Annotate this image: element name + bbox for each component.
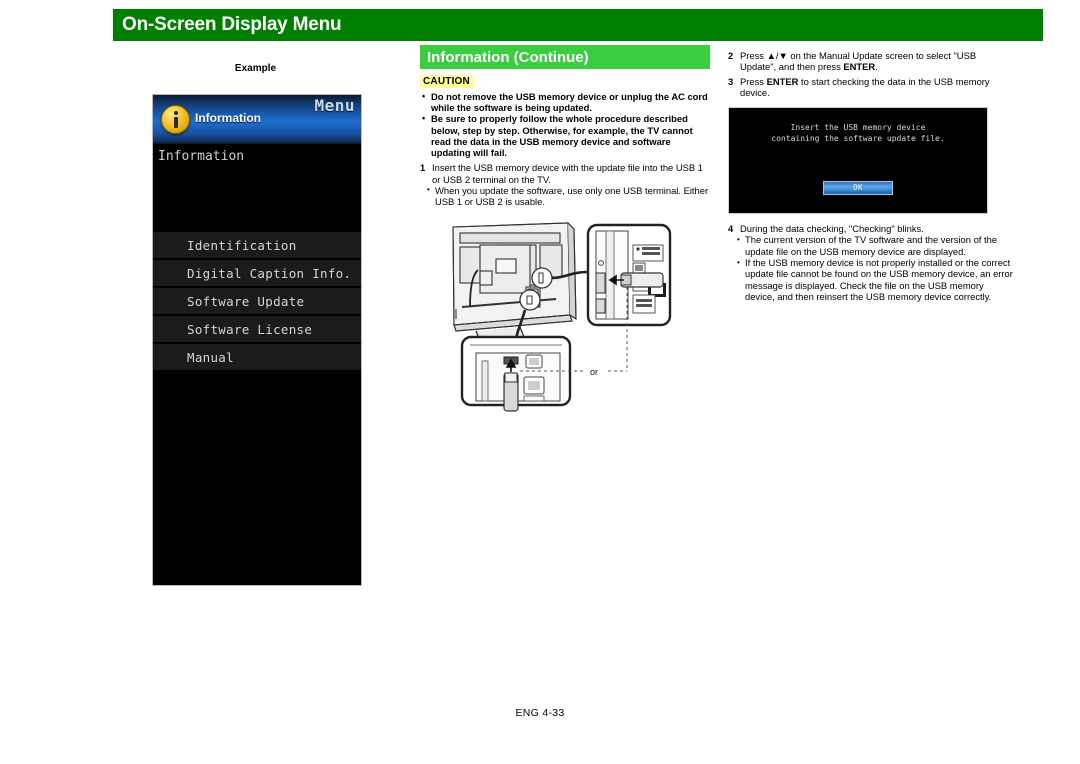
tv-menu-header-title: Information — [195, 111, 261, 125]
diagram-or-label: or — [590, 367, 598, 377]
step-4-bullet-1: The current version of the TV software a… — [736, 234, 1013, 257]
right-column: 2 Press ▲/▼ on the Manual Update screen … — [728, 47, 1013, 302]
step-2-text-prefix: Press — [740, 50, 767, 61]
detail-bottom-terminal — [460, 336, 572, 413]
info-icon — [161, 105, 190, 134]
step-1-bullet-1: When you update the software, use only o… — [426, 184, 710, 208]
step-2-number: 2 — [728, 50, 734, 61]
tv-menu-section-header: Information — [153, 144, 361, 227]
step-4-bullet-list: The current version of the TV software a… — [736, 234, 1013, 302]
tv-osd-menu-screenshot: Menu Information Information Identificat… — [152, 94, 362, 586]
detail-side-terminal — [586, 224, 672, 327]
tv-menu-header: Menu Information — [153, 95, 361, 144]
step-1-text: Insert the USB memory device with the up… — [432, 162, 703, 185]
tv-screen-message: Insert the USB memory device containing … — [729, 122, 987, 144]
step-3: 3 Press ENTER to start checking the data… — [728, 76, 1013, 99]
caution-badge: CAUTION — [420, 75, 474, 88]
section-subtitle-bar: Information (Continue) — [420, 45, 710, 69]
step-4-bullet-2: If the USB memory device is not properly… — [736, 257, 1013, 302]
tv-menu-item-identification[interactable]: Identification — [153, 231, 361, 259]
callout-circle-side — [531, 267, 553, 290]
page-footer: ENG 4-33 — [515, 707, 565, 719]
step-2-enter-key: ENTER — [843, 61, 876, 73]
tv-menu-item-software-license[interactable]: Software License — [153, 315, 361, 343]
caution-bullet-list: Do not remove the USB memory device or u… — [420, 90, 710, 158]
tv-screen-message-line1: Insert the USB memory device — [790, 123, 926, 133]
tv-menu-item-manual[interactable]: Manual — [153, 343, 361, 371]
tv-screen-usb-prompt: Insert the USB memory device containing … — [728, 107, 988, 215]
step-4: 4 During the data checking, "Checking" b… — [728, 223, 1013, 234]
page-header-bar: On-Screen Display Menu — [113, 9, 1043, 41]
page-title: On-Screen Display Menu — [122, 14, 342, 35]
callout-circle-bottom — [519, 289, 541, 312]
step-3-number: 3 — [728, 75, 734, 87]
section-subtitle: Information (Continue) — [427, 48, 589, 66]
tv-screen-message-line2: containing the software update file. — [771, 134, 945, 144]
tv-menu-item-software-update[interactable]: Software Update — [153, 287, 361, 315]
step-1: 1 Insert the USB memory device with the … — [420, 162, 710, 185]
caution-bullet-1: Do not remove the USB memory device or u… — [420, 90, 710, 113]
step-2: 2 Press ▲/▼ on the Manual Update screen … — [728, 50, 1013, 73]
step-1-number: 1 — [420, 162, 426, 174]
step-1-bullet-list: When you update the software, use only o… — [426, 184, 710, 208]
left-column: Example Menu Information Information Ide… — [113, 55, 413, 586]
step-2-text-suffix: . — [875, 61, 878, 73]
tv-menu-section-label: Information — [158, 149, 245, 164]
tv-menu-item-digital-caption-info[interactable]: Digital Caption Info. — [153, 259, 361, 287]
menu-word-label: Menu — [314, 96, 355, 115]
step-4-text: During the data checking, "Checking" bli… — [740, 223, 924, 235]
step-3-text-prefix: Press — [740, 75, 767, 87]
step-4-number: 4 — [728, 223, 734, 235]
example-label: Example — [234, 63, 277, 74]
step-3-enter-key: ENTER — [766, 75, 799, 87]
middle-column: Information (Continue) CAUTION Do not re… — [420, 45, 710, 425]
ok-button[interactable]: OK — [823, 181, 893, 196]
arrow-keys-icon: ▲/▼ — [766, 50, 788, 61]
tv-rear-usb-connection-diagram: or — [452, 222, 672, 413]
caution-bullet-2: Be sure to properly follow the whole pro… — [420, 113, 710, 158]
